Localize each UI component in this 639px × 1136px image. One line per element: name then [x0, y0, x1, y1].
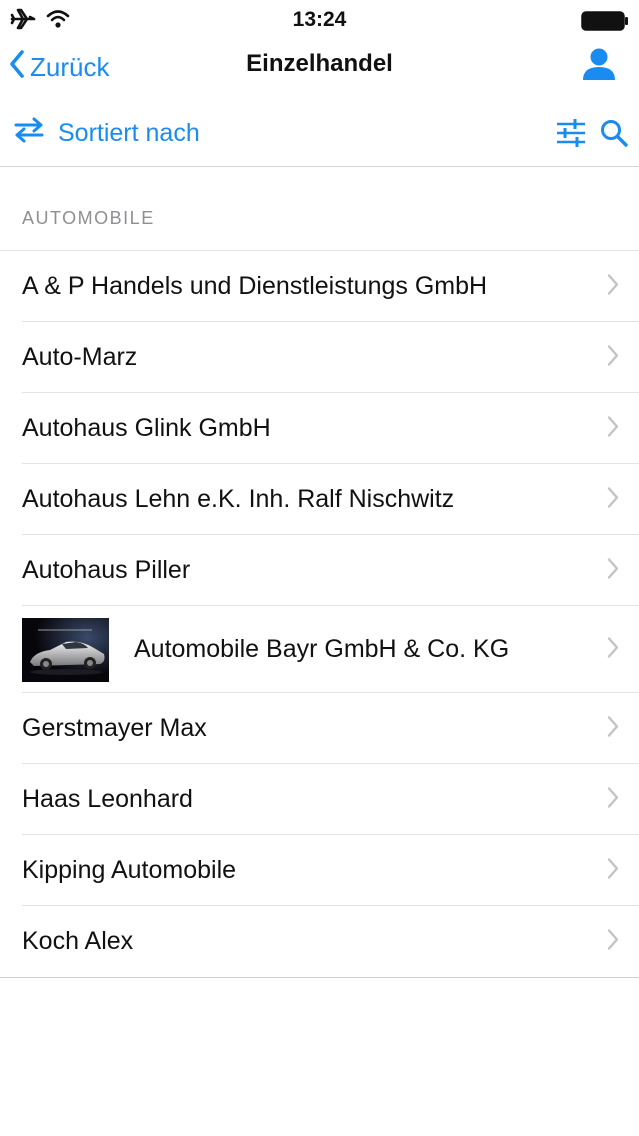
- person-icon: [581, 48, 617, 86]
- list-item-label: Auto-Marz: [22, 343, 138, 371]
- search-button[interactable]: [599, 118, 629, 153]
- list-item-label: Automobile Bayr GmbH & Co. KG: [134, 635, 510, 663]
- status-bar: 13:24: [0, 0, 639, 40]
- battery-icon: [581, 11, 629, 36]
- chevron-right-icon: [607, 786, 619, 813]
- page-title: Einzelhandel: [246, 50, 393, 77]
- swap-arrows-icon: [12, 116, 46, 151]
- list-item[interactable]: Autohaus Glink GmbH: [0, 393, 639, 464]
- list-item[interactable]: Gerstmayer Max: [0, 693, 639, 764]
- list-item-label: Koch Alex: [22, 927, 134, 955]
- list-item[interactable]: Autohaus Lehn e.K. Inh. Ralf Nischwitz: [0, 464, 639, 535]
- chevron-right-icon: [607, 273, 619, 300]
- sort-label: Sortiert nach: [58, 119, 200, 147]
- chevron-right-icon: [607, 557, 619, 584]
- list-item-label: Haas Leonhard: [22, 785, 193, 813]
- chevron-right-icon: [607, 928, 619, 955]
- list-item[interactable]: Haas Leonhard: [0, 764, 639, 835]
- sort-toolbar: Sortiert nach: [0, 104, 639, 167]
- chevron-right-icon: [607, 857, 619, 884]
- status-time: 13:24: [292, 8, 347, 31]
- chevron-right-icon: [607, 636, 619, 663]
- list-item-label: Autohaus Lehn e.K. Inh. Ralf Nischwitz: [22, 485, 455, 513]
- list-item[interactable]: Kipping Automobile: [0, 835, 639, 906]
- list-item[interactable]: Koch Alex: [0, 906, 639, 977]
- list-item-label: A & P Handels und Dienstleistungs GmbH: [22, 272, 488, 300]
- list-item[interactable]: Automobile Bayr GmbH & Co. KG: [0, 606, 639, 693]
- filter-button[interactable]: [555, 118, 587, 153]
- search-icon: [599, 120, 629, 152]
- car-thumbnail: [22, 617, 109, 682]
- navigation-bar: Zurück Einzelhandel: [0, 40, 639, 92]
- sort-button[interactable]: Sortiert nach: [12, 116, 200, 151]
- chevron-right-icon: [607, 486, 619, 513]
- profile-button[interactable]: [581, 46, 617, 87]
- list-item[interactable]: A & P Handels und Dienstleistungs GmbH: [0, 251, 639, 322]
- chevron-right-icon: [607, 344, 619, 371]
- section-header: AUTOMOBILE: [22, 208, 155, 228]
- list-item-label: Autohaus Glink GmbH: [22, 414, 271, 442]
- list-item[interactable]: Autohaus Piller: [0, 535, 639, 606]
- chevron-right-icon: [607, 715, 619, 742]
- list-item-label: Autohaus Piller: [22, 556, 191, 584]
- chevron-right-icon: [607, 415, 619, 442]
- list-item-label: Gerstmayer Max: [22, 714, 207, 742]
- list-item[interactable]: Auto-Marz: [0, 322, 639, 393]
- list-item-label: Kipping Automobile: [22, 856, 237, 884]
- sliders-icon: [555, 119, 587, 152]
- company-list: A & P Handels und Dienstleistungs GmbH A…: [0, 250, 639, 978]
